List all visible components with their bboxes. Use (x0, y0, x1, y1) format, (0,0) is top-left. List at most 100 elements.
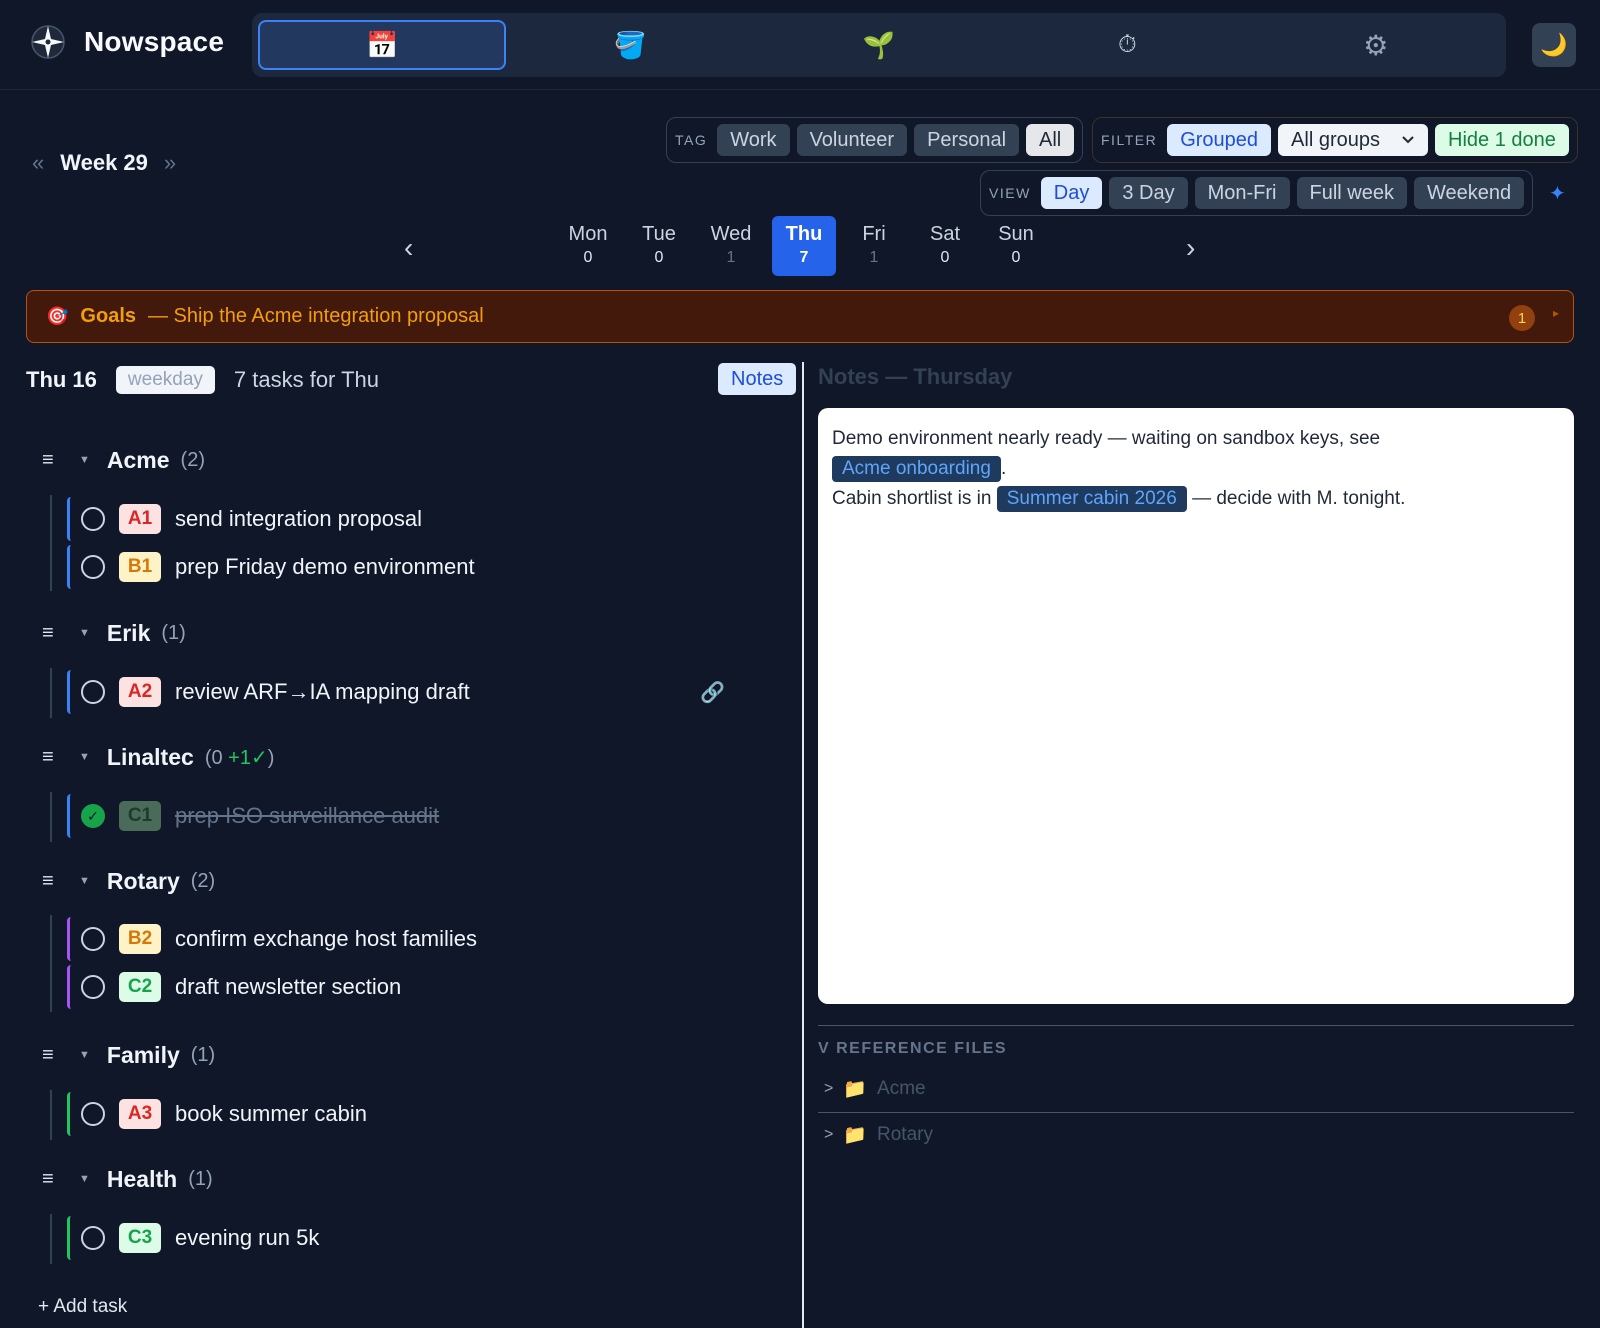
task-row-done[interactable]: ✓ C1 prep ISO surveillance audit (67, 794, 727, 838)
task-title[interactable]: confirm exchange host families (175, 926, 477, 952)
drag-handle-icon[interactable]: ≡ (42, 870, 62, 893)
task-checkbox[interactable] (81, 1102, 105, 1126)
priority-badge: A3 (119, 1099, 161, 1129)
task-row[interactable]: B1 prep Friday demo environment (67, 545, 727, 589)
view-day[interactable]: Day (1040, 177, 1103, 209)
tag-all[interactable]: All (1026, 124, 1075, 156)
day-name: Sat (929, 223, 961, 245)
task-checkbox[interactable] (81, 507, 105, 531)
task-checkbox[interactable] (81, 1226, 105, 1250)
collapse-caret-icon[interactable]: ▼ (79, 627, 90, 639)
task-title[interactable]: evening run 5k (175, 1225, 319, 1251)
folder-icon: 📁 (843, 1079, 868, 1100)
task-row[interactable]: B2 confirm exchange host families (67, 917, 727, 961)
group-header-linaltec: ≡ ▼ Linaltec (0 +1✓) (42, 741, 274, 773)
drag-handle-icon[interactable]: ≡ (42, 1044, 62, 1067)
collapse-caret-icon[interactable]: ▼ (79, 1049, 90, 1061)
app-name: Nowspace (84, 26, 225, 57)
view-3day[interactable]: 3 Day (1109, 177, 1188, 209)
collapse-caret-icon[interactable]: ▼ (79, 1173, 90, 1185)
day-sat[interactable]: Sat 0 (913, 216, 977, 276)
task-checkbox[interactable] (81, 927, 105, 951)
group-select[interactable]: All groups (1278, 124, 1429, 156)
filter-bar: FILTER Grouped All groups Hide 1 done (1092, 117, 1578, 163)
day-fri[interactable]: Fri 1 (842, 216, 906, 276)
collapse-caret-icon[interactable]: ▼ (79, 454, 90, 466)
hide-done-toggle[interactable]: Hide 1 done (1435, 124, 1569, 156)
bucket-icon: 🪣 (614, 29, 647, 60)
view-full-week[interactable]: Full week (1296, 177, 1407, 209)
task-title[interactable]: send integration proposal (175, 506, 422, 532)
tag-personal[interactable]: Personal (914, 124, 1020, 156)
task-checkbox[interactable] (81, 555, 105, 579)
group-rail (50, 915, 52, 1012)
day-name: Mon (568, 223, 608, 245)
add-task-button[interactable]: + Add task (38, 1296, 127, 1318)
view-mon-fri[interactable]: Mon-Fri (1194, 177, 1290, 209)
nav-tab-settings[interactable]: ⚙ (1252, 20, 1500, 70)
drag-handle-icon[interactable]: ≡ (42, 1168, 62, 1191)
nav-tab-bucket[interactable]: 🪣 (506, 20, 754, 70)
task-row[interactable]: A1 send integration proposal (67, 497, 727, 541)
drag-handle-icon[interactable]: ≡ (42, 449, 62, 472)
collapse-caret-icon[interactable]: ▼ (79, 875, 90, 887)
link-icon[interactable]: 🔗 (700, 680, 725, 705)
task-title[interactable]: review ARF→IA mapping draft (175, 679, 470, 705)
notes-line-1: Demo environment nearly ready — waiting … (832, 424, 1560, 454)
task-row[interactable]: C3 evening run 5k (67, 1216, 727, 1260)
view-weekend[interactable]: Weekend (1413, 177, 1525, 209)
notes-line-2: Acme onboarding. (832, 454, 1560, 484)
day-sun[interactable]: Sun 0 (984, 216, 1048, 276)
note-link-chip[interactable]: Summer cabin 2026 (996, 486, 1187, 512)
priority-badge: A2 (119, 677, 161, 707)
column-divider[interactable] (802, 362, 804, 1328)
task-row[interactable]: C2 draft newsletter section (67, 965, 727, 1009)
collapse-caret-icon[interactable]: ▼ (79, 751, 90, 763)
notes-text: . (1000, 458, 1007, 479)
nav-tab-timer[interactable]: ⏱ (1003, 20, 1251, 70)
day-mon[interactable]: Mon 0 (556, 216, 620, 276)
task-title[interactable]: prep ISO surveillance audit (175, 803, 439, 829)
task-row[interactable]: A3 book summer cabin (67, 1092, 727, 1136)
grouped-toggle[interactable]: Grouped (1167, 124, 1272, 156)
task-title[interactable]: prep Friday demo environment (175, 554, 475, 580)
task-title[interactable]: draft newsletter section (175, 974, 401, 1000)
day-thu[interactable]: Thu 7 (772, 216, 836, 276)
reference-folder[interactable]: > 📁 Rotary (824, 1123, 933, 1147)
notes-text: Cabin shortlist is in (832, 488, 992, 509)
task-checkbox[interactable] (81, 975, 105, 999)
next-week-button[interactable]: » (164, 150, 176, 176)
nav-tab-calendar[interactable]: 📅 (258, 20, 507, 70)
reference-files-header[interactable]: V REFERENCE FILES (818, 1040, 1007, 1058)
theme-toggle-button[interactable]: 🌙 (1532, 23, 1576, 67)
prev-week-button[interactable]: « (32, 150, 44, 176)
expand-icon[interactable]: ▸ (1553, 306, 1559, 320)
tag-volunteer[interactable]: Volunteer (796, 124, 908, 156)
task-checkbox-checked[interactable]: ✓ (81, 804, 105, 828)
group-count: (1) (188, 1167, 213, 1190)
brand[interactable]: Nowspace (30, 24, 224, 60)
tag-work[interactable]: Work (717, 124, 790, 156)
priority-badge: A1 (119, 504, 161, 534)
nav-tab-sprout[interactable]: 🌱 (755, 20, 1003, 70)
goals-banner[interactable]: 🎯 Goals — Ship the Acme integration prop… (26, 290, 1574, 343)
goals-text: — Ship the Acme integration proposal (148, 305, 484, 327)
drag-handle-icon[interactable]: ≡ (42, 622, 62, 645)
task-row[interactable]: A2 review ARF→IA mapping draft 🔗 (67, 670, 727, 714)
group-name: Rotary (106, 867, 180, 894)
day-wed[interactable]: Wed 1 (699, 216, 763, 276)
group-rail (50, 792, 52, 842)
notes-editor[interactable]: Demo environment nearly ready — waiting … (818, 408, 1574, 1004)
day-tue[interactable]: Tue 0 (627, 216, 691, 276)
week-title: Week 29 (60, 150, 148, 175)
group-name: Acme (106, 446, 170, 473)
drag-handle-icon[interactable]: ≡ (42, 746, 62, 769)
reference-folder[interactable]: > 📁 Acme (824, 1077, 926, 1101)
task-checkbox[interactable] (81, 680, 105, 704)
notes-button[interactable]: Notes (718, 363, 797, 395)
moon-icon: 🌙 (1540, 32, 1568, 57)
sparkle-icon[interactable]: ✦ (1549, 181, 1566, 206)
note-link-chip[interactable]: Acme onboarding (832, 456, 1001, 482)
task-title[interactable]: book summer cabin (175, 1101, 367, 1127)
group-rail (50, 668, 52, 718)
